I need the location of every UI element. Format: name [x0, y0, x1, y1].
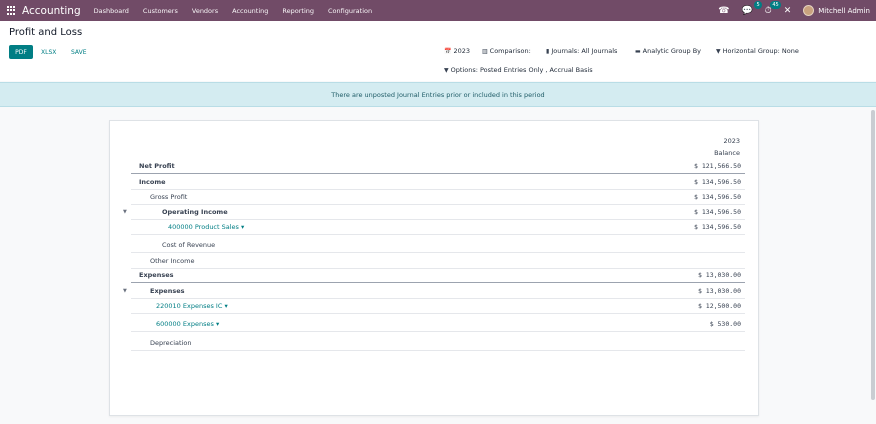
- alert-message[interactable]: There are unposted Journal Entries prior…: [331, 91, 544, 99]
- folder-icon: ▬: [635, 47, 641, 55]
- report-row-depreciation: Depreciation: [131, 336, 745, 351]
- nav-vendors[interactable]: Vendors: [192, 7, 218, 15]
- comparison-filter[interactable]: ▥ Comparison:: [482, 47, 531, 55]
- nav-customers[interactable]: Customers: [143, 7, 178, 15]
- row-label: Net Profit: [139, 162, 175, 170]
- app-brand[interactable]: Accounting: [22, 5, 81, 17]
- report-row-cost-of-revenue: Cost of Revenue: [131, 238, 745, 253]
- row-value[interactable]: $ 530.00: [710, 320, 741, 328]
- options-filter[interactable]: ▼ Options: Posted Entries Only , Accrual…: [444, 66, 593, 74]
- page-title: Profit and Loss: [9, 27, 83, 38]
- report-row-account-400000[interactable]: 400000 Product Sales ▾ $ 134,596.50: [131, 220, 745, 235]
- collapse-caret-icon[interactable]: ▼: [123, 288, 127, 294]
- comparison-filter-label: Comparison:: [489, 47, 531, 55]
- chat-badge: 5: [754, 0, 762, 9]
- activity-badge: 45: [770, 0, 781, 9]
- avatar[interactable]: [803, 5, 815, 16]
- report-row-net-profit: Net Profit $ 121,566.50: [131, 159, 745, 174]
- row-value[interactable]: $ 134,596.50: [694, 223, 741, 231]
- xlsx-button[interactable]: XLSX: [41, 45, 56, 59]
- analytic-filter-label: Analytic Group By: [642, 47, 702, 55]
- analytic-filter[interactable]: ▬ Analytic Group By: [635, 47, 701, 55]
- bar-chart-icon: ▥: [482, 47, 488, 55]
- account-label: 220010 Expenses IC: [156, 302, 223, 310]
- report-row-account-600000[interactable]: 600000 Expenses ▾ $ 530.00: [131, 317, 745, 332]
- filter-icon: ▼: [444, 66, 449, 74]
- row-label: Gross Profit: [150, 193, 188, 201]
- chat-icon[interactable]: 💬 5: [741, 0, 762, 16]
- row-value[interactable]: $ 13,030.00: [698, 271, 741, 279]
- row-label: Income: [139, 178, 166, 186]
- dropdown-caret-icon: ▾: [224, 302, 228, 310]
- row-value[interactable]: $ 12,500.00: [698, 302, 741, 310]
- journals-filter-label: Journals: All Journals: [551, 47, 618, 55]
- column-balance: Balance: [714, 149, 740, 157]
- calendar-icon: 📅: [444, 47, 452, 55]
- report-row-expenses-header: Expenses $ 13,030.00: [131, 268, 745, 283]
- report-row-income: Income $ 134,596.50: [131, 175, 745, 190]
- row-label: Expenses: [150, 287, 185, 295]
- save-button[interactable]: SAVE: [71, 45, 87, 59]
- row-label: Operating Income: [162, 208, 228, 216]
- options-filter-label: Options: Posted Entries Only , Accrual B…: [450, 66, 593, 74]
- row-value[interactable]: $ 134,596.50: [694, 193, 741, 201]
- phone-icon[interactable]: ☎: [718, 6, 729, 16]
- row-value[interactable]: $ 134,596.50: [694, 208, 741, 216]
- report-row-other-income: Other Income: [131, 254, 745, 269]
- apps-menu-icon[interactable]: [7, 6, 16, 15]
- scrollbar-thumb[interactable]: [871, 110, 875, 400]
- row-label: Depreciation: [150, 339, 192, 347]
- account-link[interactable]: 220010 Expenses IC ▾: [156, 302, 228, 310]
- account-label: 400000 Product Sales: [168, 223, 239, 231]
- activity-icon[interactable]: ⏱ 45: [765, 0, 781, 16]
- row-label: Cost of Revenue: [162, 241, 216, 249]
- column-year: 2023: [723, 137, 740, 145]
- account-label: 600000 Expenses: [156, 320, 214, 328]
- account-link[interactable]: 600000 Expenses ▾: [156, 320, 219, 328]
- dropdown-caret-icon: ▾: [215, 320, 220, 328]
- filter-icon: ▼: [716, 47, 721, 55]
- nav-configuration[interactable]: Configuration: [328, 7, 372, 15]
- nav-dashboard[interactable]: Dashboard: [94, 7, 129, 15]
- tools-icon[interactable]: ✕: [784, 6, 792, 16]
- report-row-gross-profit: Gross Profit $ 134,596.50: [131, 190, 745, 205]
- report-row-operating-income[interactable]: ▼ Operating Income $ 134,596.50: [123, 205, 745, 220]
- row-label: Expenses: [139, 271, 174, 279]
- nav-reporting[interactable]: Reporting: [282, 7, 314, 15]
- report-row-expenses[interactable]: ▼ Expenses $ 13,030.00: [123, 284, 745, 299]
- dropdown-caret-icon: ▾: [241, 223, 245, 231]
- account-link[interactable]: 400000 Product Sales ▾: [168, 223, 244, 231]
- unposted-entries-alert: There are unposted Journal Entries prior…: [0, 82, 876, 107]
- horizontal-group-label: Horizontal Group: None: [722, 47, 799, 55]
- report-row-account-220010[interactable]: 220010 Expenses IC ▾ $ 12,500.00: [131, 299, 745, 314]
- row-label: Other Income: [150, 257, 195, 265]
- control-panel: Profit and Loss PDF XLSX SAVE 📅 2023 ▥ C…: [0, 21, 876, 81]
- journals-filter[interactable]: ▮ Journals: All Journals: [546, 47, 617, 55]
- pdf-button[interactable]: PDF: [9, 45, 33, 59]
- scrollbar[interactable]: [870, 110, 875, 420]
- horizontal-group-filter[interactable]: ▼ Horizontal Group: None: [716, 47, 799, 55]
- row-value[interactable]: $ 13,030.00: [698, 287, 741, 295]
- row-value[interactable]: $ 121,566.50: [694, 162, 741, 170]
- book-icon: ▮: [546, 47, 550, 55]
- date-filter-label: 2023: [453, 47, 471, 55]
- user-name[interactable]: Mitchell Admin: [818, 7, 870, 15]
- collapse-caret-icon[interactable]: ▼: [123, 209, 127, 215]
- nav-accounting[interactable]: Accounting: [232, 7, 268, 15]
- top-navbar: Accounting Dashboard Customers Vendors A…: [0, 0, 876, 21]
- row-value[interactable]: $ 134,596.50: [694, 178, 741, 186]
- date-filter[interactable]: 📅 2023: [444, 47, 470, 55]
